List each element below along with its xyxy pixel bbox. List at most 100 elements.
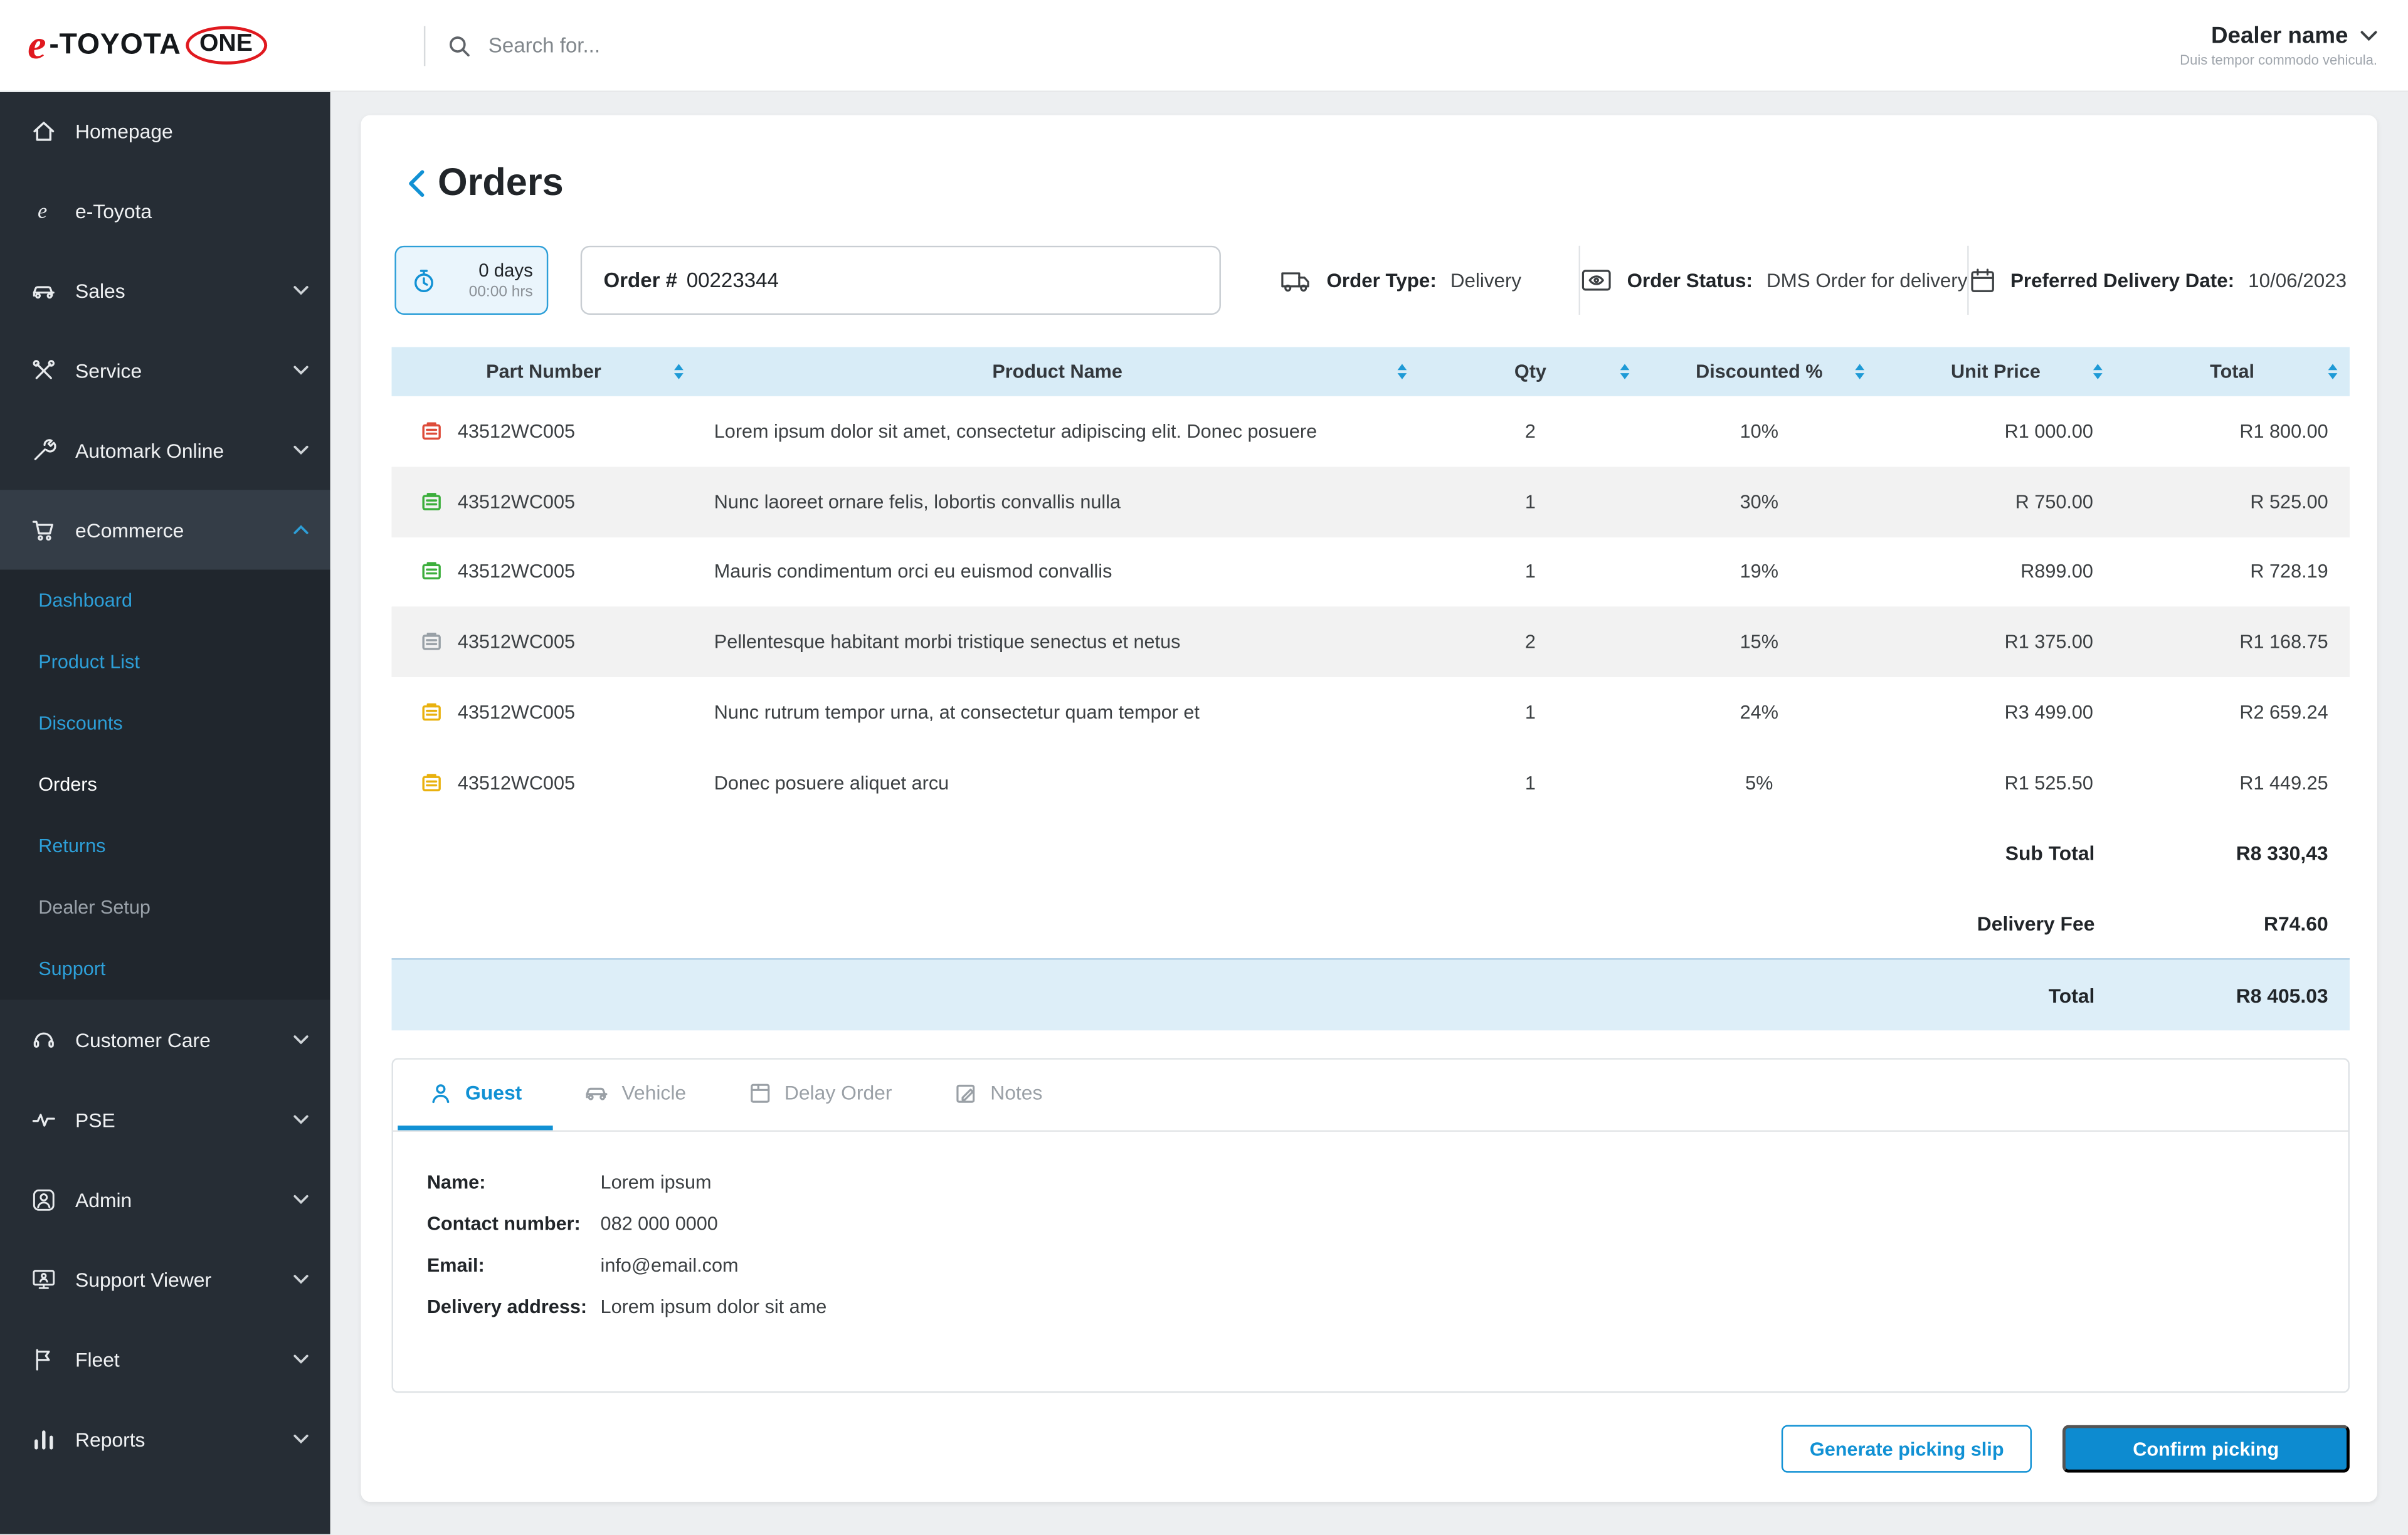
top-header: e -TOYOTA ONE Dealer name Duis tempor co…: [0, 0, 2408, 92]
app-root: e -TOYOTA ONE Dealer name Duis tempor co…: [0, 0, 2408, 1534]
sidebar-item-discounts[interactable]: Discounts: [0, 692, 330, 754]
part-status-icon: [420, 771, 444, 795]
sidebar-item-sales[interactable]: Sales: [0, 250, 330, 330]
order-timer: 0 days 00:00 hrs: [394, 245, 549, 315]
sidebar-item-dealer-setup[interactable]: Dealer Setup: [0, 877, 330, 938]
tab-notes[interactable]: Notes: [922, 1060, 1073, 1131]
table-row[interactable]: 43512WC005 Pellentesque habitant morbi t…: [391, 607, 2350, 678]
table-row[interactable]: 43512WC005 Nunc laoreet ornare felis, lo…: [391, 466, 2350, 537]
headset-icon: [31, 1026, 57, 1053]
subtotal-row: Sub Total R8 330,43: [391, 818, 2349, 889]
chevron-down-icon: [293, 1434, 309, 1444]
dealer-name: Dealer name: [2210, 23, 2348, 50]
table-row[interactable]: 43512WC005 Lorem ipsum dolor sit amet, c…: [391, 396, 2349, 467]
sidebar-item-product-list[interactable]: Product List: [0, 631, 330, 693]
order-type-label: Order Type:: [1326, 268, 1437, 292]
generate-picking-slip-button[interactable]: Generate picking slip: [1782, 1425, 2032, 1473]
monitor-user-icon: [31, 1266, 57, 1292]
home-icon: [31, 117, 57, 144]
total-row: Total R8 405.03: [391, 959, 2350, 1031]
tab-delay-order[interactable]: Delay Order: [717, 1060, 922, 1131]
delivery-date-label: Preferred Delivery Date:: [2010, 268, 2235, 292]
order-type: Order Type: Delivery: [1221, 246, 1580, 315]
column-header-total[interactable]: Total: [2115, 347, 2350, 396]
tab-vehicle[interactable]: Vehicle: [552, 1060, 717, 1131]
sidebar-item-service[interactable]: Service: [0, 330, 330, 410]
part-status-icon: [420, 700, 444, 725]
app-logo[interactable]: e -TOYOTA ONE: [0, 21, 424, 69]
svg-text:e: e: [38, 199, 47, 223]
chevron-down-icon: [293, 366, 309, 375]
order-number-value: 00223344: [686, 268, 779, 292]
sidebar-item-returns[interactable]: Returns: [0, 815, 330, 877]
column-header-unit-price[interactable]: Unit Price: [1877, 347, 2115, 396]
sidebar-item-support[interactable]: Support: [0, 938, 330, 1000]
sort-icon: [2093, 364, 2103, 379]
sidebar-item-customer-care[interactable]: Customer Care: [0, 1000, 330, 1079]
order-info-row: 0 days 00:00 hrs Order # 00223344 Order …: [394, 245, 2350, 315]
etoyota-icon: e: [31, 198, 57, 224]
sidebar: Homepage e e-Toyota Sales Service Automa…: [0, 90, 330, 1534]
table-row[interactable]: 43512WC005 Donec posuere aliquet arcu 1 …: [391, 748, 2349, 818]
person-icon: [428, 1080, 453, 1105]
sidebar-item-fleet[interactable]: Fleet: [0, 1319, 330, 1399]
sidebar-item-etoyota[interactable]: e e-Toyota: [0, 171, 330, 250]
chevron-down-icon: [293, 1354, 309, 1364]
header-divider: [423, 25, 426, 66]
sidebar-item-ecommerce[interactable]: eCommerce: [0, 490, 330, 570]
search-icon: [447, 33, 472, 58]
global-search: [423, 0, 2180, 90]
sidebar-item-pse[interactable]: PSE: [0, 1080, 330, 1159]
tab-bar: Guest Vehicle Delay Order Notes: [393, 1060, 2348, 1132]
order-status-value: DMS Order for delivery: [1766, 268, 1968, 292]
sidebar-item-automark-online[interactable]: Automark Online: [0, 410, 330, 490]
search-input[interactable]: [485, 32, 1137, 59]
ecommerce-submenu: Dashboard Product List Discounts Orders …: [0, 569, 330, 1000]
chevron-down-icon: [293, 1035, 309, 1045]
column-header-discounted[interactable]: Discounted %: [1642, 347, 1877, 396]
dealer-menu[interactable]: Dealer name Duis tempor commodo vehicula…: [2180, 23, 2408, 68]
timer-hours: 00:00 hrs: [468, 284, 533, 302]
column-header-qty[interactable]: Qty: [1419, 347, 1642, 396]
order-items-table: Part Number Product Name Qty Discounted …: [391, 347, 2350, 1031]
delivery-fee-label: Delivery Fee: [1977, 912, 2095, 936]
delivery-fee-row: Delivery Fee R74.60: [391, 889, 2349, 959]
order-number-label: Order #: [603, 268, 678, 292]
note-pencil-icon: [953, 1080, 978, 1105]
sort-icon: [1855, 364, 1865, 379]
confirm-picking-button[interactable]: Confirm picking: [2062, 1425, 2350, 1473]
order-status: Order Status: DMS Order for delivery: [1579, 245, 1968, 315]
sidebar-item-reports[interactable]: Reports: [0, 1399, 330, 1479]
logo-brand: -TOYOTA: [49, 28, 181, 61]
tab-guest[interactable]: Guest: [398, 1060, 553, 1131]
back-button[interactable]: [407, 169, 425, 198]
column-header-product-name[interactable]: Product Name: [695, 347, 1418, 396]
box-icon: [747, 1080, 772, 1105]
dealer-subtitle: Duis tempor commodo vehicula.: [2180, 52, 2378, 68]
guest-contact-field: Contact number: 082 000 0000: [426, 1213, 718, 1235]
truck-icon: [1279, 268, 1313, 292]
subtotal-value: R8 330,43: [2236, 841, 2328, 865]
sort-icon: [1620, 364, 1630, 379]
sort-icon: [2328, 364, 2338, 379]
sidebar-item-support-viewer[interactable]: Support Viewer: [0, 1239, 330, 1319]
part-status-icon: [420, 419, 444, 443]
orders-card: Orders 0 days 00:00 hrs Order # 00223344: [361, 115, 2378, 1502]
table-row[interactable]: 43512WC005 Nunc rutrum tempor urna, at c…: [391, 677, 2349, 747]
guest-details: Name: Lorem ipsum Contact number: 082 00…: [393, 1132, 2348, 1318]
sort-icon: [1397, 364, 1407, 379]
sidebar-item-dashboard[interactable]: Dashboard: [0, 570, 330, 631]
chevron-down-icon: [2360, 31, 2377, 41]
page-header: Orders: [407, 115, 2350, 206]
sidebar-item-homepage[interactable]: Homepage: [0, 90, 330, 170]
sidebar-item-orders[interactable]: Orders: [0, 754, 330, 815]
chevron-down-icon: [293, 286, 309, 295]
order-type-value: Delivery: [1450, 268, 1522, 292]
order-number-field[interactable]: Order # 00223344: [580, 245, 1221, 315]
action-buttons: Generate picking slip Confirm picking: [1782, 1425, 2350, 1473]
details-panel: Guest Vehicle Delay Order Notes Name: Lo…: [391, 1058, 2350, 1393]
table-row[interactable]: 43512WC005 Mauris condimentum orci eu eu…: [391, 537, 2349, 607]
sidebar-item-admin[interactable]: Admin: [0, 1159, 330, 1239]
main-content: Orders 0 days 00:00 hrs Order # 00223344: [330, 90, 2408, 1534]
column-header-part-number[interactable]: Part Number: [391, 347, 695, 396]
